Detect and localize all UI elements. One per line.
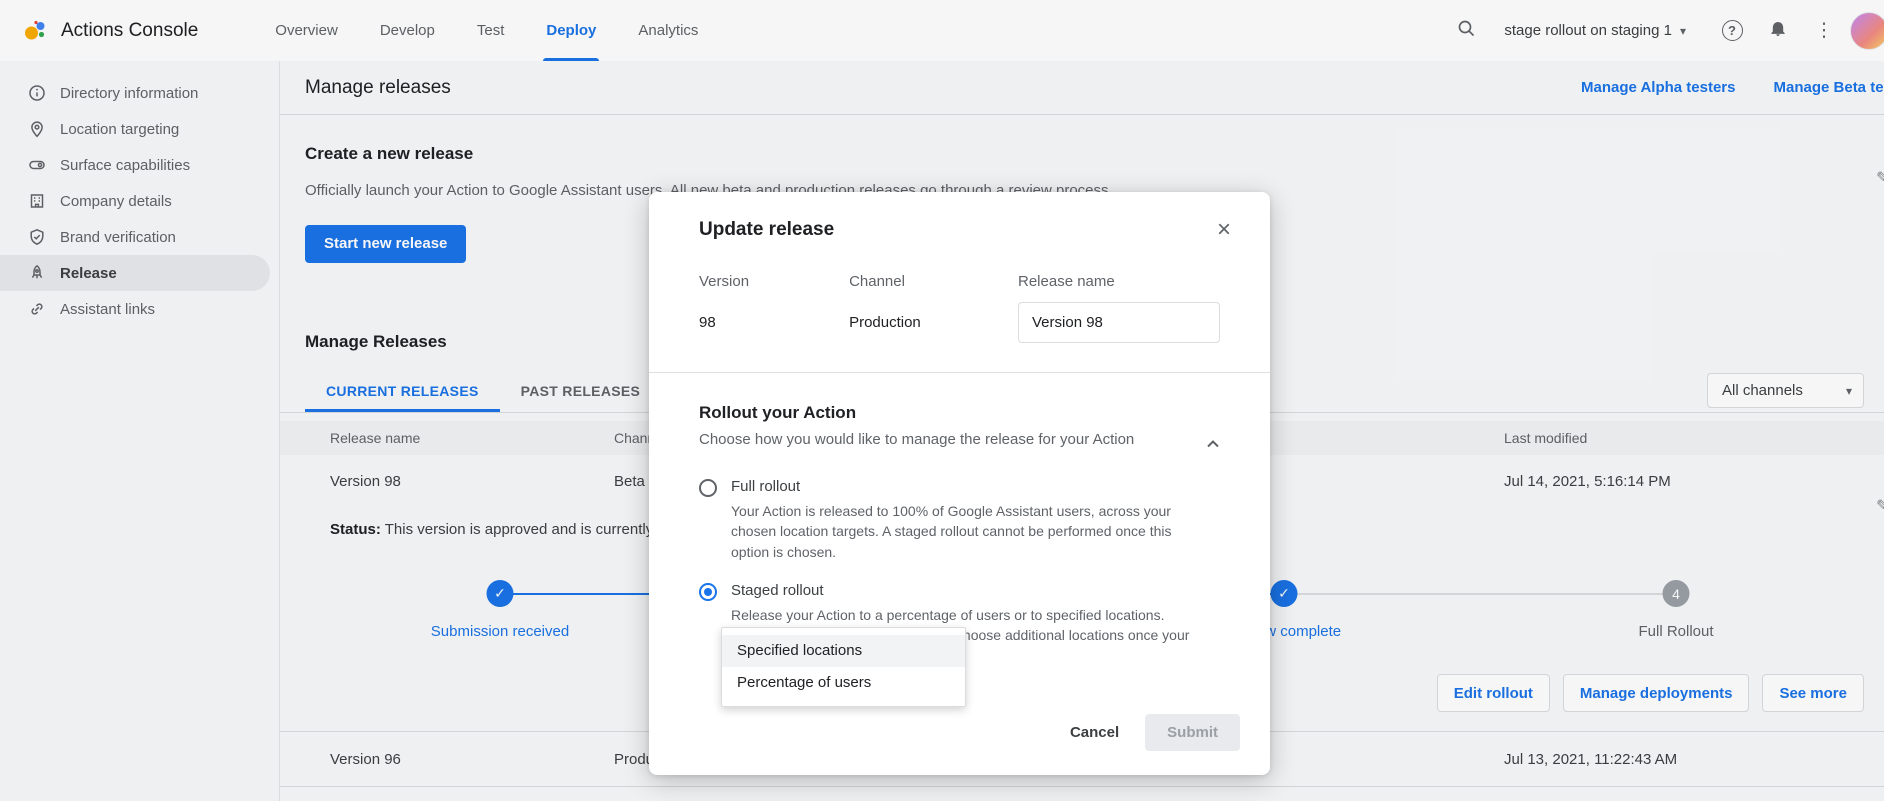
release-fields: Version 98 Channel Production Release na… <box>649 273 1270 343</box>
dialog-footer: Cancel Submit <box>1058 714 1240 751</box>
submit-button[interactable]: Submit <box>1145 714 1240 751</box>
rollout-type-dropdown: Specified locations Percentage of users <box>721 627 966 707</box>
full-rollout-label[interactable]: Full rollout <box>731 478 1213 495</box>
version-field: Version 98 <box>699 273 849 343</box>
release-name-label: Release name <box>1018 273 1220 290</box>
release-name-input[interactable] <box>1018 302 1220 343</box>
rollout-subtitle: Choose how you would like to manage the … <box>699 431 1220 448</box>
channel-field: Channel Production <box>849 273 1018 343</box>
channel-value: Production <box>849 302 1018 343</box>
update-release-dialog: Update release × Version 98 Channel Prod… <box>649 192 1270 775</box>
rollout-title: Rollout your Action <box>699 403 1220 423</box>
version-value: 98 <box>699 302 849 343</box>
cancel-button[interactable]: Cancel <box>1058 715 1131 750</box>
actions-console-screen: Actions Console Overview Develop Test De… <box>0 0 1884 801</box>
release-name-field: Release name <box>1018 273 1220 343</box>
full-rollout-description: Your Action is released to 100% of Googl… <box>731 501 1213 562</box>
radio-staged-rollout[interactable] <box>699 583 717 601</box>
chevron-up-icon[interactable] <box>1196 427 1230 461</box>
option-specified-locations[interactable]: Specified locations <box>722 635 965 667</box>
channel-label: Channel <box>849 273 1018 290</box>
version-label: Version <box>699 273 849 290</box>
full-rollout-option: Full rollout Your Action is released to … <box>699 478 1220 562</box>
divider <box>649 372 1270 373</box>
option-percentage-of-users[interactable]: Percentage of users <box>722 667 965 699</box>
radio-full-rollout[interactable] <box>699 479 717 497</box>
close-icon[interactable]: × <box>1206 212 1242 248</box>
staged-rollout-label[interactable]: Staged rollout <box>731 582 1213 599</box>
dialog-title: Update release <box>649 192 1270 241</box>
